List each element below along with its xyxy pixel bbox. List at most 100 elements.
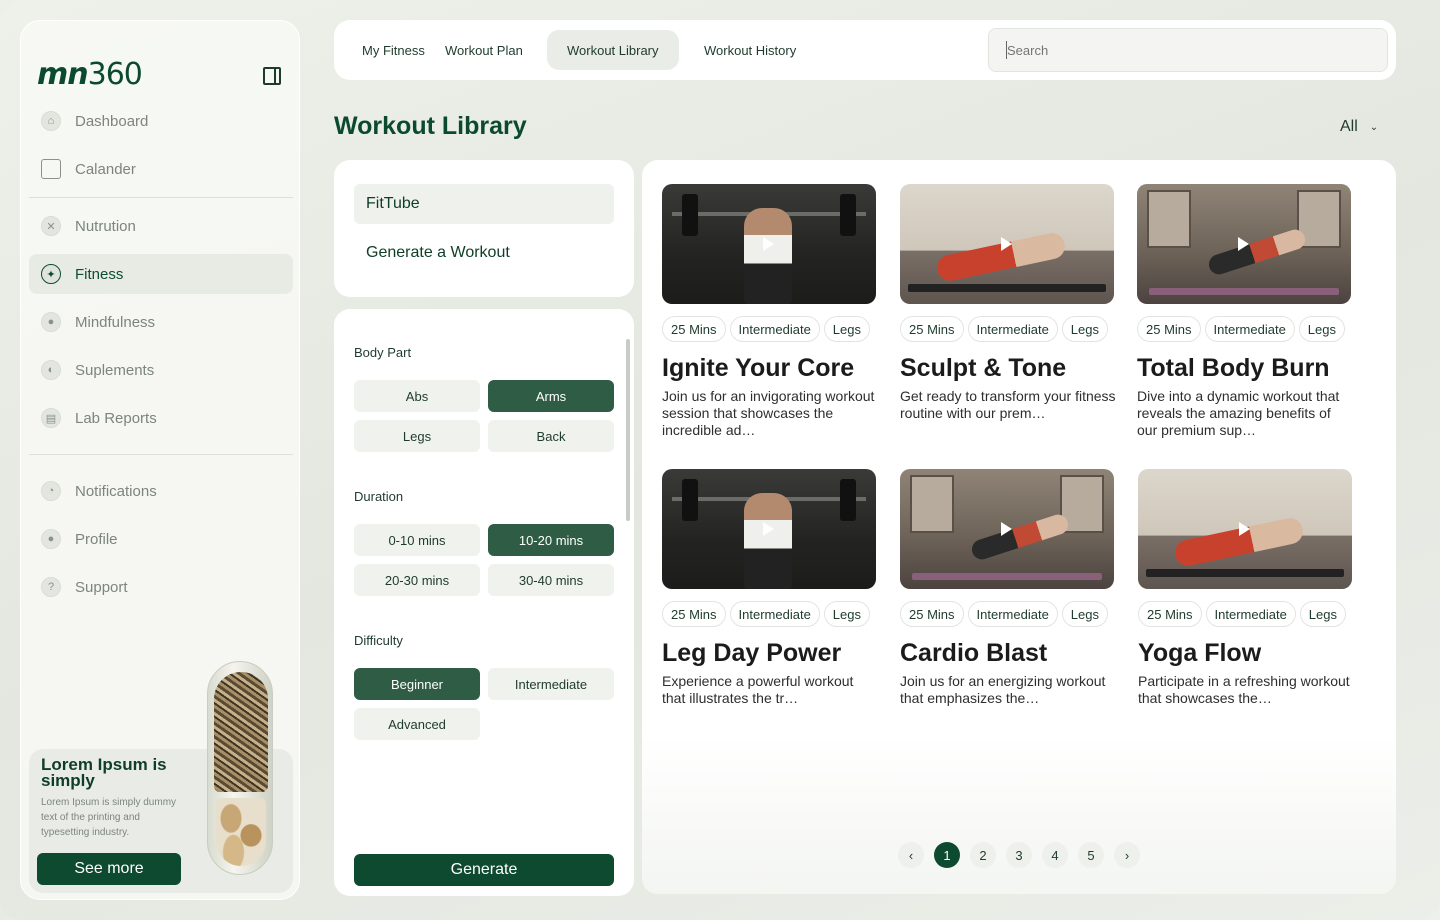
previous-page-button[interactable]: ‹ — [898, 842, 924, 868]
chip-legs[interactable]: Legs — [354, 420, 480, 452]
video-thumbnail[interactable] — [900, 469, 1114, 589]
sidebar-item-notifications[interactable]: ◔ Notifications — [29, 471, 293, 511]
filter-value: All — [1340, 118, 1358, 135]
top-navigation: My Fitness Workout Plan Workout Library … — [334, 20, 1396, 80]
sidebar-item-label: Mindfulness — [75, 313, 156, 331]
play-icon[interactable] — [763, 522, 774, 536]
see-more-button[interactable]: See more — [37, 853, 181, 885]
sidebar-item-label: Dashboard — [75, 112, 149, 130]
window — [910, 475, 954, 533]
supplement-capsule-image — [207, 661, 273, 875]
tab-workout-history[interactable]: Workout History — [684, 30, 816, 70]
level-tag: Intermediate — [967, 601, 1058, 627]
fittube-option[interactable]: FitTube — [354, 184, 614, 224]
nutrition-icon: ✕ — [41, 216, 61, 236]
card-title: Yoga Flow — [1138, 639, 1262, 667]
card-description: Participate in a refreshing workout that… — [1138, 673, 1350, 706]
sidebar-item-mindfulness[interactable]: ● Mindfulness — [29, 302, 293, 342]
tab-workout-library[interactable]: Workout Library — [547, 30, 679, 70]
card-description: Get ready to transform your fitness rout… — [900, 388, 1116, 421]
sidebar-item-label: Support — [75, 578, 128, 596]
weight-plate — [840, 194, 856, 236]
play-icon[interactable] — [1238, 237, 1249, 251]
chip-abs[interactable]: Abs — [354, 380, 480, 412]
sidebar-item-label: Suplements — [75, 361, 155, 379]
generate-workout-option[interactable]: Generate a Workout — [366, 244, 510, 262]
logo-text: mn — [37, 57, 89, 92]
running-icon: ✦ — [41, 264, 61, 284]
sidebar-item-nutrition[interactable]: ✕ Nutrution — [29, 206, 293, 246]
chip-0-10-mins[interactable]: 0-10 mins — [354, 524, 480, 556]
chip-10-20-mins[interactable]: 10-20 mins — [488, 524, 614, 556]
sidebar-item-label: Calander — [75, 160, 136, 178]
sidebar-item-calendar[interactable]: Calander — [29, 149, 293, 189]
card-title: Leg Day Power — [662, 639, 842, 667]
page-1-button[interactable]: 1 — [934, 842, 960, 868]
user-icon: ● — [41, 529, 61, 549]
promo-title: Lorem Ipsum is simply — [41, 755, 167, 790]
card-title: Sculpt & Tone — [900, 354, 1067, 382]
chip-arms[interactable]: Arms — [488, 380, 614, 412]
chip-20-30-mins[interactable]: 20-30 mins — [354, 564, 480, 596]
sidebar-divider — [29, 197, 293, 198]
text-cursor — [1006, 41, 1007, 59]
sidebar-item-dashboard[interactable]: ⌂ Dashboard — [29, 101, 293, 141]
chip-advanced[interactable]: Advanced — [354, 708, 480, 740]
chip-intermediate[interactable]: Intermediate — [488, 668, 614, 700]
play-icon[interactable] — [1001, 522, 1012, 536]
duration-tag: 25 Mins — [662, 601, 726, 627]
scrollbar[interactable] — [626, 339, 630, 521]
yoga-mat — [1149, 288, 1339, 295]
level-tag: Intermediate — [729, 601, 820, 627]
sidebar-item-support[interactable]: ? Support — [29, 567, 293, 607]
body-part-tag: Legs — [823, 316, 870, 342]
next-page-button[interactable]: › — [1114, 842, 1140, 868]
tag-row: 25 Mins Intermediate Legs — [900, 601, 1108, 627]
duration-label: Duration — [354, 489, 404, 504]
promo-text: Lorem Ipsum is simply dummy text of the … — [41, 797, 177, 838]
video-thumbnail[interactable] — [662, 469, 876, 589]
pagination: ‹ 1 2 3 4 5 › — [898, 842, 1140, 868]
workout-source-panel: FitTube Generate a Workout — [334, 160, 634, 297]
category-filter-dropdown[interactable]: All ⌄ — [1340, 118, 1378, 136]
video-thumbnail[interactable] — [1138, 469, 1352, 589]
brand-logo[interactable]: mn360 — [37, 57, 143, 92]
tab-workout-plan[interactable]: Workout Plan — [425, 30, 543, 70]
level-tag: Intermediate — [967, 316, 1058, 342]
sidebar-toggle-icon[interactable] — [263, 67, 281, 85]
sidebar-item-label: Lab Reports — [75, 409, 157, 427]
video-thumbnail[interactable] — [662, 184, 876, 304]
page-5-button[interactable]: 5 — [1078, 842, 1104, 868]
weight-plate — [682, 194, 698, 236]
yoga-mat — [912, 573, 1102, 580]
chip-30-40-mins[interactable]: 30-40 mins — [488, 564, 614, 596]
tag-row: 25 Mins Intermediate Legs — [662, 601, 870, 627]
sidebar-item-fitness[interactable]: ✦ Fitness — [29, 254, 293, 294]
video-thumbnail[interactable] — [900, 184, 1114, 304]
generate-button[interactable]: Generate — [354, 854, 614, 886]
sidebar-item-label: Nutrution — [75, 217, 136, 235]
chip-back[interactable]: Back — [488, 420, 614, 452]
page-4-button[interactable]: 4 — [1042, 842, 1068, 868]
video-thumbnail[interactable] — [1137, 184, 1351, 304]
workout-cards-panel: 25 Mins Intermediate Legs Ignite Your Co… — [642, 160, 1396, 894]
capsule-pills — [216, 798, 266, 866]
sidebar-item-profile[interactable]: ● Profile — [29, 519, 293, 559]
weight-plate — [682, 479, 698, 521]
pill-icon: ◐ — [41, 360, 61, 380]
search-input[interactable] — [988, 28, 1388, 72]
play-icon[interactable] — [763, 237, 774, 251]
sidebar-item-supplements[interactable]: ◐ Suplements — [29, 350, 293, 390]
play-icon[interactable] — [1001, 237, 1012, 251]
page-2-button[interactable]: 2 — [970, 842, 996, 868]
card-title: Ignite Your Core — [662, 354, 855, 382]
page-3-button[interactable]: 3 — [1006, 842, 1032, 868]
chip-beginner[interactable]: Beginner — [354, 668, 480, 700]
sidebar-item-lab-reports[interactable]: ▤ Lab Reports — [29, 398, 293, 438]
weight-plate — [840, 479, 856, 521]
body-part-tag: Legs — [823, 601, 870, 627]
tag-row: 25 Mins Intermediate Legs — [1137, 316, 1345, 342]
play-icon[interactable] — [1239, 522, 1250, 536]
help-icon: ? — [41, 577, 61, 597]
page-title: Workout Library — [334, 112, 527, 140]
